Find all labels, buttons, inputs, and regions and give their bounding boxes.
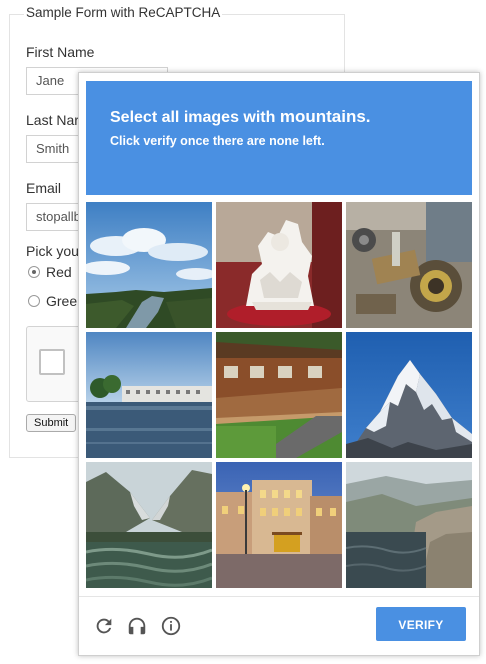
first-name-label: First Name [26,44,95,60]
info-icon[interactable] [160,615,182,637]
radio-button-red[interactable] [28,266,40,278]
page: Sample Form with ReCAPTCHA First Name Ja… [0,0,486,664]
email-label: Email [26,180,62,196]
image-tile-figurine[interactable] [216,202,342,328]
instruction-prefix: Select all images with [110,109,280,126]
radio-button-green[interactable] [28,295,40,307]
image-tile-mountain-valley[interactable] [86,462,212,588]
radio-option-red[interactable]: Red [28,264,72,280]
reload-icon[interactable] [93,615,115,637]
coastal-cliffs-image [346,462,472,588]
challenge-subinstruction: Click verify once there are none left. [110,134,325,148]
radio-option-green[interactable]: Greer [28,293,82,309]
image-grid [86,202,472,588]
image-tile-sky-river[interactable] [86,202,212,328]
submit-button[interactable]: Submit [26,414,77,432]
city-square-image [216,462,342,588]
image-tile-mountain-peak[interactable] [346,332,472,458]
cabin-image [216,332,342,458]
challenge-instruction: Select all images with mountains. [110,107,448,128]
instruction-target: mountains. [279,107,371,126]
recaptcha-checkbox[interactable] [39,349,65,375]
pick-color-label: Pick you [26,243,79,259]
image-tile-coastal-cliffs[interactable] [346,462,472,588]
image-tile-waterfront[interactable] [86,332,212,458]
image-tile-cabin[interactable] [216,332,342,458]
machinery-image [346,202,472,328]
verify-button[interactable]: VERIFY [376,607,466,641]
sky-river-image [86,202,212,328]
recaptcha-challenge: Select all images with mountains. Click … [78,72,480,656]
figurine-image [216,202,342,328]
image-tile-city-square[interactable] [216,462,342,588]
image-tile-machinery[interactable] [346,202,472,328]
last-name-label: Last Nar [26,112,79,128]
form-legend: Sample Form with ReCAPTCHA [24,5,223,20]
mountain-peak-image [346,332,472,458]
mountain-valley-image [86,462,212,588]
headphones-icon[interactable] [126,615,148,637]
waterfront-image [86,332,212,458]
challenge-header: Select all images with mountains. Click … [86,81,472,195]
radio-label-red: Red [46,264,72,280]
radio-label-green: Greer [46,293,82,309]
challenge-footer: VERIFY [79,596,479,656]
